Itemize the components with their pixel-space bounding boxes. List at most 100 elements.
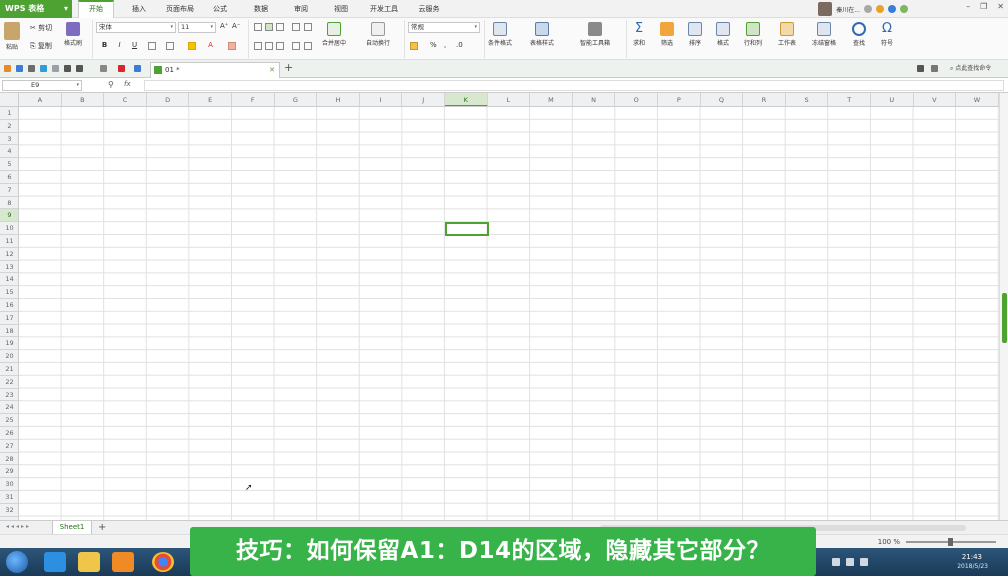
column-header[interactable]: C [104,93,147,106]
comma-icon[interactable]: , [444,41,446,49]
save-icon[interactable] [16,65,23,72]
redo-icon[interactable] [76,65,83,72]
row-header[interactable]: 4 [0,145,18,159]
shrink-font-icon[interactable]: A⁻ [232,22,240,30]
column-header[interactable]: W [956,93,999,106]
mail-icon[interactable] [118,65,125,72]
column-header[interactable]: T [828,93,871,106]
menu-tab[interactable]: 开始 [78,0,114,18]
zoom-slider-knob[interactable] [948,538,953,546]
column-header[interactable]: M [530,93,573,106]
vertical-scrollbar[interactable] [999,93,1008,520]
clear-format-icon[interactable] [228,42,236,50]
column-header[interactable]: P [658,93,701,106]
row-header[interactable]: 26 [0,427,18,440]
row-header[interactable]: 29 [0,465,18,479]
user-name[interactable]: 秦川在... [836,5,860,14]
restore-icon[interactable]: ❐ [980,2,987,11]
name-box[interactable]: E9 ▾ [2,80,82,91]
row-header[interactable]: 10 [0,222,18,235]
sum-button[interactable]: Σ 求和 [632,22,646,48]
skin-icon[interactable] [876,5,884,13]
row-header[interactable]: 5 [0,158,18,171]
zoom-icon[interactable]: ⚲ [108,80,114,89]
menu-tab[interactable]: 公式 [206,0,234,18]
column-header[interactable]: K [445,93,488,106]
column-header[interactable]: O [615,93,658,106]
avatar[interactable] [818,2,833,16]
row-col-button[interactable]: 行和列 [744,22,762,47]
merge-center-button[interactable]: 合并居中 [322,22,346,47]
row-header[interactable]: 14 [0,273,18,287]
align-bottom-icon[interactable] [276,23,284,31]
distribute-icon[interactable] [304,42,312,50]
smart-toolbox-button[interactable]: 智能工具箱 [580,22,610,47]
menu-tab[interactable]: 审阅 [286,0,316,18]
font-name-select[interactable]: 宋体 ▾ [96,22,176,33]
ie-icon[interactable] [44,552,66,572]
format-button[interactable]: 格式 [716,22,730,47]
outdent-icon[interactable] [304,23,312,31]
copy-button[interactable]: ⎘ 复制 [30,41,52,51]
freeze-panes-button[interactable]: 冻结窗格 [812,22,836,47]
font-color-icon[interactable]: A [206,41,215,50]
row-header[interactable]: 6 [0,171,18,184]
sync-icon[interactable] [864,5,872,13]
print-preview-icon[interactable] [40,65,47,72]
minimize-ribbon-icon[interactable] [931,65,938,72]
percent-button[interactable]: % [430,41,437,49]
find-button[interactable]: 查找 [852,22,866,47]
column-header[interactable]: I [360,93,403,106]
row-header[interactable]: 17 [0,312,18,325]
row-header[interactable]: 7 [0,184,18,197]
table-style-button[interactable]: 表格样式 [530,22,554,47]
column-header[interactable]: N [573,93,616,106]
zoom-slider[interactable] [906,538,996,546]
selected-cell[interactable] [445,222,489,236]
print-icon[interactable] [28,65,35,72]
clock-date[interactable]: 2018/5/23 [957,563,988,570]
column-header[interactable]: U [871,93,914,106]
number-format-select[interactable]: 常规 ▾ [408,22,480,33]
document-tab[interactable]: 01 * ✕ [150,62,280,78]
row-header[interactable]: 32 [0,504,18,517]
row-header[interactable]: 12 [0,248,18,261]
grow-font-icon[interactable]: A⁺ [220,22,228,30]
wrap-text-button[interactable]: 自动换行 [366,22,390,47]
paste-button[interactable]: 粘贴 [4,22,20,51]
row-header[interactable]: 24 [0,401,18,415]
search-commands-button[interactable]: ⌕ 点此查找命令 [950,63,1004,75]
open-icon[interactable] [4,65,11,72]
sheet-tab[interactable]: Sheet1 [52,521,92,535]
align-top-icon[interactable] [254,23,262,31]
menu-tab[interactable]: 数据 [246,0,276,18]
indent-icon[interactable] [292,23,300,31]
chrome-icon[interactable] [152,552,174,572]
sheet-nav-arrows-icon[interactable]: ◂◂◂▸▸ [6,523,31,530]
row-header[interactable]: 11 [0,235,18,248]
align-left-icon[interactable] [254,42,262,50]
menu-tab[interactable]: 页面布局 [160,0,200,18]
row-header[interactable]: 13 [0,261,18,274]
cut-button[interactable]: ✂ 剪切 [30,23,52,33]
row-header[interactable]: 25 [0,414,18,427]
column-header[interactable]: S [786,93,829,106]
add-tab-icon[interactable]: + [284,61,293,74]
cell-area[interactable] [19,107,999,520]
border-style-icon[interactable] [166,42,174,50]
row-header[interactable]: 9 [0,209,18,223]
select-all-corner[interactable] [0,93,19,107]
column-header[interactable]: H [317,93,360,106]
column-header[interactable]: F [232,93,275,106]
minimize-icon[interactable]: – [966,2,970,11]
formula-input[interactable] [144,80,1004,91]
filter-button[interactable]: 筛选 [660,22,674,47]
input-method-icon[interactable] [832,558,840,566]
wps-menu-button[interactable]: WPS 表格 ▾ [0,0,72,18]
column-header[interactable]: L [488,93,531,106]
currency-icon[interactable] [410,42,418,50]
close-icon[interactable]: ✕ [997,2,1004,11]
bold-button[interactable]: B [100,41,109,50]
close-icon[interactable]: ✕ [269,63,275,77]
settings-icon[interactable] [888,5,896,13]
